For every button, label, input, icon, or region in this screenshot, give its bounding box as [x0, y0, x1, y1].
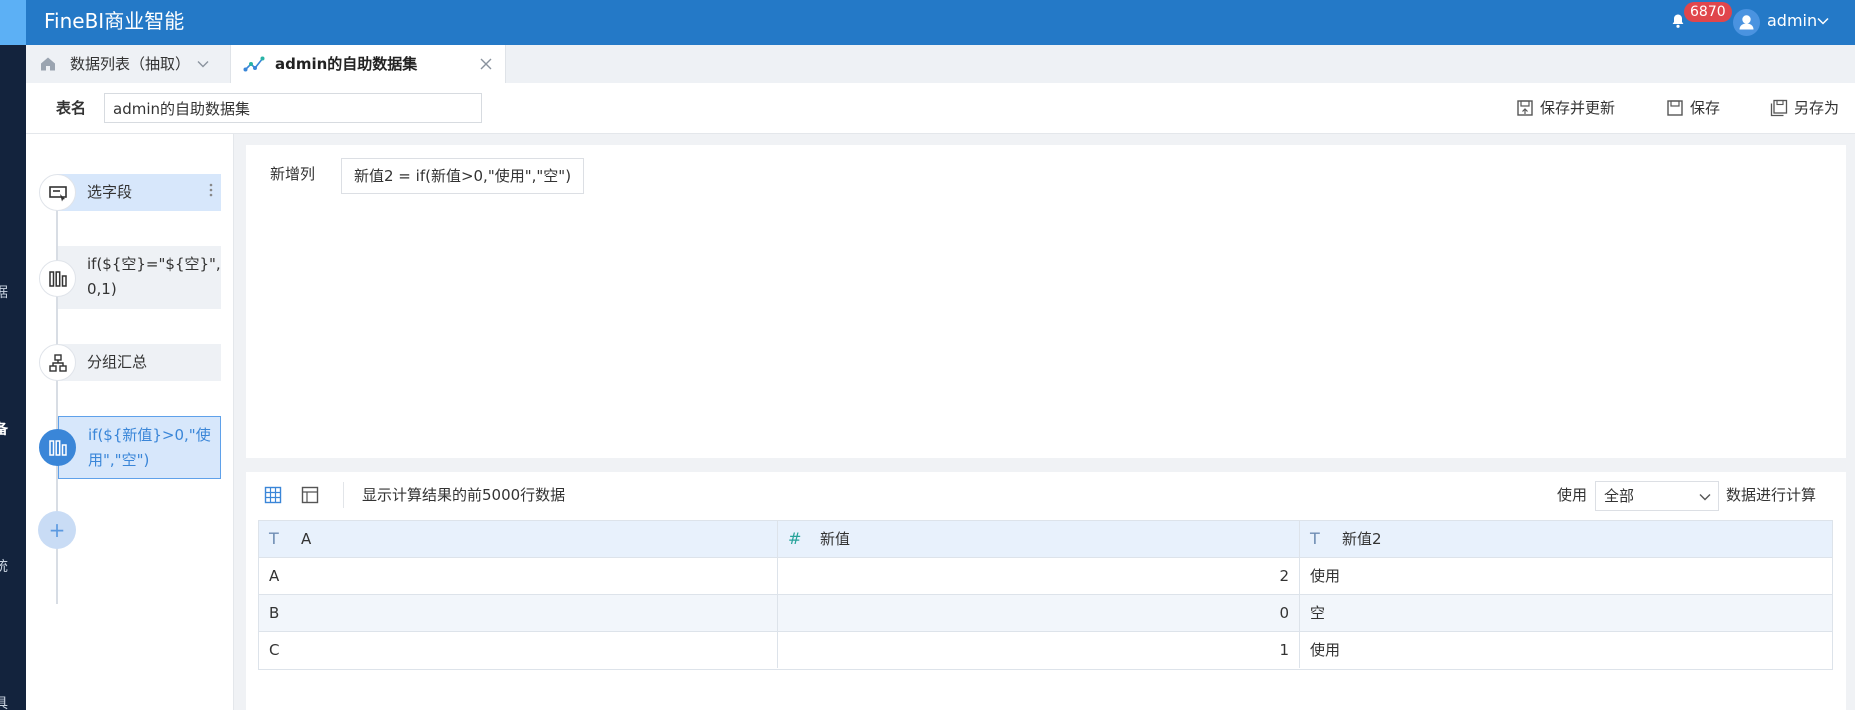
text-type-icon: T: [1310, 529, 1320, 548]
step-label: 用","空"): [88, 451, 150, 469]
table-cell[interactable]: A: [259, 558, 778, 594]
divider: [343, 482, 344, 508]
layout-view-icon[interactable]: [301, 486, 319, 504]
column-header-a[interactable]: TA: [259, 521, 778, 557]
config-panel: 新增列 新值2 = if(新值>0,"使用","空"): [246, 145, 1846, 458]
group-step-icon: [39, 344, 76, 381]
tab-label: 数据列表（抽取）: [70, 55, 191, 73]
tab-label: admin的自助数据集: [275, 55, 418, 73]
user-icon: [1739, 15, 1754, 30]
table-cell[interactable]: 空: [1300, 595, 1832, 631]
topbar-accent: [0, 0, 26, 45]
save-and-update-label: 保存并更新: [1540, 99, 1616, 117]
formula-step-icon: [39, 260, 76, 297]
add-step-button[interactable]: +: [38, 511, 76, 549]
app-title: FineBI商业智能: [44, 9, 185, 33]
step-group-summary[interactable]: 分组汇总: [58, 344, 221, 381]
use-label: 使用: [1557, 486, 1588, 504]
text-type-icon: T: [269, 529, 279, 548]
save-label: 保存: [1690, 99, 1721, 117]
chevron-down-icon[interactable]: [1816, 14, 1830, 28]
preview-info: 显示计算结果的前5000行数据: [362, 486, 566, 504]
save-as-button[interactable]: 另存为: [1770, 83, 1846, 133]
table-row: B 0 空: [259, 595, 1832, 632]
table-cell[interactable]: 1: [778, 632, 1300, 668]
plus-icon: +: [48, 518, 66, 542]
step-panel: 选字段 if(${空}="${空}", 0,1) 分组汇总 if(${新值}>0…: [26, 134, 234, 710]
column-name: A: [301, 530, 312, 548]
user-name[interactable]: admin: [1767, 0, 1817, 42]
table-row: C 1 使用: [259, 632, 1832, 669]
hierarchy-icon: [49, 354, 67, 372]
save-button[interactable]: 保存: [1666, 83, 1726, 133]
column-header-new-value-2[interactable]: T 新值2: [1300, 521, 1832, 557]
save-as-icon: [1770, 99, 1788, 117]
table-cell[interactable]: C: [259, 632, 778, 668]
nav-fragment[interactable]: 统: [0, 556, 8, 576]
step-select-fields[interactable]: 选字段: [58, 174, 221, 211]
column-name: 新值2: [1342, 530, 1382, 548]
dataset-line-icon: [243, 56, 265, 72]
step-label: if(${空}="${空}",: [87, 255, 221, 273]
select-fields-icon: [49, 186, 67, 202]
new-column-label: 新增列: [270, 165, 316, 183]
number-type-icon: #: [788, 529, 802, 548]
table-name-input[interactable]: [104, 93, 482, 123]
avatar[interactable]: [1733, 9, 1760, 36]
table-name-label: 表名: [56, 99, 87, 117]
step-formula-empty[interactable]: if(${空}="${空}", 0,1): [58, 246, 221, 309]
grid-header-row: TA # 新值 T 新值2: [259, 521, 1832, 558]
scope-value: 全部: [1604, 487, 1635, 505]
table-cell[interactable]: 2: [778, 558, 1300, 594]
data-grid: TA # 新值 T 新值2 A 2 使用 B 0 空 C 1 使用: [258, 520, 1833, 670]
step-formula-new-value[interactable]: if(${新值}>0,"使 用","空"): [58, 416, 221, 479]
tab-data-list[interactable]: 数据列表（抽取）: [26, 45, 230, 83]
step-label: 选字段: [87, 183, 133, 201]
table-view-icon[interactable]: [264, 486, 282, 504]
nav-fragment[interactable]: 备: [0, 419, 8, 439]
chevron-down-icon: [1699, 494, 1711, 501]
table-cell[interactable]: 0: [778, 595, 1300, 631]
left-nav-rail: 据 备 统 具: [0, 45, 26, 710]
columns-icon: [49, 440, 67, 456]
save-icon: [1667, 100, 1683, 116]
table-row: A 2 使用: [259, 558, 1832, 595]
home-icon: [41, 57, 55, 71]
save-as-label: 另存为: [1794, 99, 1840, 117]
calc-label: 数据进行计算: [1726, 486, 1817, 504]
column-name: 新值: [820, 530, 851, 548]
name-bar: 表名 保存并更新 保存 另存为: [26, 83, 1855, 134]
active-formula-step-icon: [39, 429, 76, 466]
table-cell[interactable]: 使用: [1300, 558, 1832, 594]
select-fields-step-icon: [39, 174, 76, 211]
preview-panel: 显示计算结果的前5000行数据 使用 全部 数据进行计算 TA # 新值 T 新值2…: [246, 472, 1846, 710]
step-label: 分组汇总: [87, 353, 148, 371]
step-label: 0,1): [87, 280, 117, 298]
column-header-new-value[interactable]: # 新值: [778, 521, 1300, 557]
tab-dataset[interactable]: admin的自助数据集: [230, 45, 506, 83]
close-icon[interactable]: [479, 57, 493, 71]
top-bar: FineBI商业智能 6870 admin: [0, 0, 1855, 45]
chevron-down-icon[interactable]: [196, 57, 210, 71]
save-update-icon: [1517, 100, 1533, 116]
nav-fragment[interactable]: 据: [0, 282, 8, 302]
table-cell[interactable]: 使用: [1300, 632, 1832, 668]
tab-bar: 数据列表（抽取） admin的自助数据集: [26, 45, 1855, 83]
more-icon[interactable]: [209, 182, 213, 198]
notification-badge[interactable]: 6870: [1684, 2, 1732, 22]
nav-fragment[interactable]: 具: [0, 693, 8, 710]
formula-chip[interactable]: 新值2 = if(新值>0,"使用","空"): [341, 158, 585, 194]
columns-icon: [49, 271, 67, 287]
scope-select[interactable]: 全部: [1595, 481, 1719, 511]
table-cell[interactable]: B: [259, 595, 778, 631]
step-label: if(${新值}>0,"使: [88, 426, 211, 444]
save-and-update-button[interactable]: 保存并更新: [1516, 83, 1628, 133]
